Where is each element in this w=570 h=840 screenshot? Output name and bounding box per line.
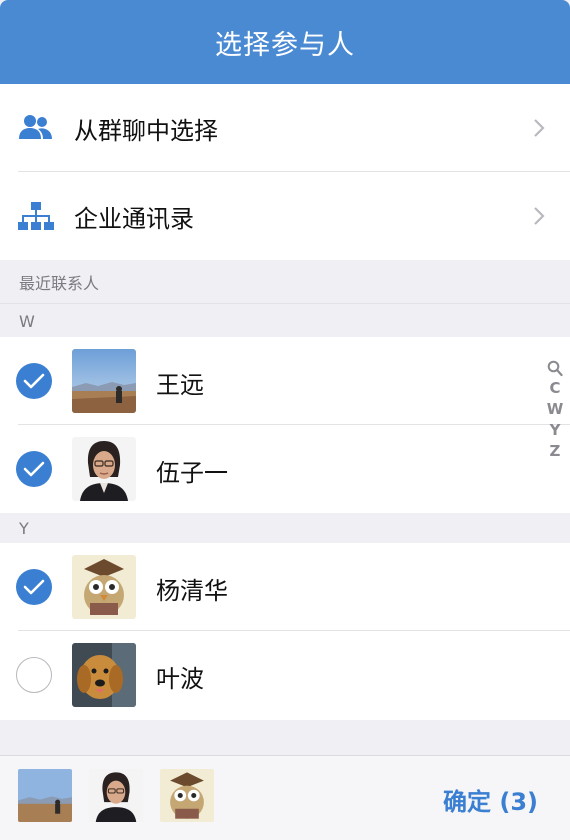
entry-label: 企业通讯录 <box>74 204 194 233</box>
group-header-w: W <box>0 305 570 337</box>
group-header-y: Y <box>0 513 570 543</box>
unchecked-icon[interactable] <box>16 657 52 693</box>
chevron-right-icon <box>534 207 545 225</box>
contact-row[interactable]: 王远 <box>0 337 570 425</box>
select-from-group-chat[interactable]: 从群聊中选择 <box>0 84 570 172</box>
avatar <box>72 555 136 619</box>
chevron-right-icon <box>534 119 545 137</box>
avatar <box>72 643 136 707</box>
contact-row[interactable]: 杨清华 <box>0 543 570 631</box>
index-letter-y[interactable]: Y <box>550 421 561 440</box>
select-from-enterprise-directory[interactable]: 企业通讯录 <box>0 172 570 260</box>
confirm-button[interactable]: 确定 (3) <box>443 782 538 817</box>
selection-bar: 确定 (3) <box>0 755 570 840</box>
contact-name: 王远 <box>156 371 204 399</box>
contact-name: 杨清华 <box>156 577 228 605</box>
org-chart-icon <box>18 202 54 230</box>
checked-icon[interactable] <box>16 451 52 487</box>
selected-avatar[interactable] <box>18 769 72 822</box>
group-letter: W <box>19 311 35 331</box>
section-label: 最近联系人 <box>19 273 100 293</box>
checked-icon[interactable] <box>16 569 52 605</box>
alphabet-index[interactable]: C W Y Z <box>544 360 566 461</box>
group-letter: Y <box>19 518 29 538</box>
group-icon <box>19 115 52 139</box>
entry-label: 从群聊中选择 <box>74 116 218 145</box>
page-title: 选择参与人 <box>215 29 355 61</box>
index-letter-c[interactable]: C <box>549 379 560 398</box>
selected-avatar[interactable] <box>160 769 214 822</box>
index-letter-z[interactable]: Z <box>550 442 561 461</box>
search-icon[interactable] <box>547 360 563 377</box>
recent-contacts-header: 最近联系人 <box>0 260 570 304</box>
index-letter-w[interactable]: W <box>547 400 564 419</box>
checked-icon[interactable] <box>16 363 52 399</box>
avatar <box>72 437 136 501</box>
contact-row[interactable]: 叶波 <box>0 631 570 720</box>
contact-row[interactable]: 伍子一 <box>0 425 570 513</box>
avatar <box>72 349 136 413</box>
contact-name: 叶波 <box>156 665 204 693</box>
title-bar: 选择参与人 <box>0 0 570 84</box>
selected-avatar[interactable] <box>89 769 143 822</box>
contact-name: 伍子一 <box>156 459 228 487</box>
